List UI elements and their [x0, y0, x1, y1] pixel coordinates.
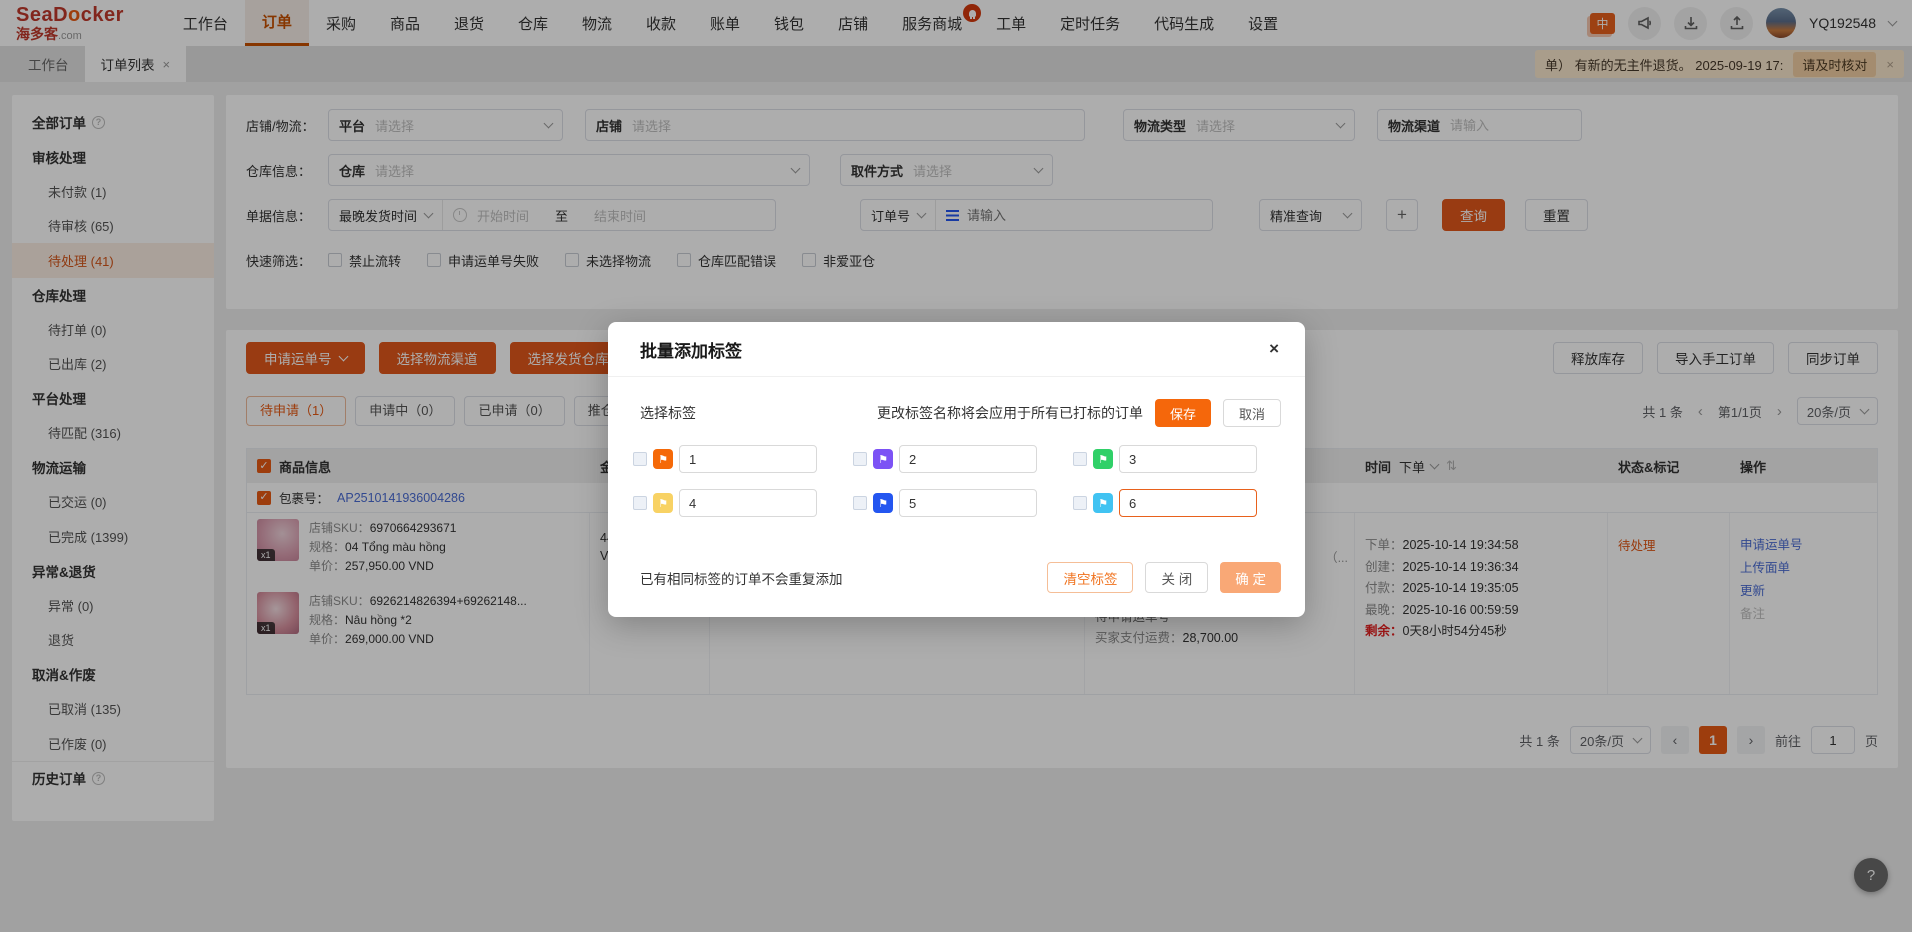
tag-checkbox[interactable] — [633, 452, 647, 466]
order-management-screen: SeaDocker 海多客.com 工作台 订单 采购 商品 退货 仓库 物流 … — [0, 0, 1912, 932]
tag-checkbox[interactable] — [633, 496, 647, 510]
flag-icon: ⚑ — [1093, 449, 1113, 469]
tag-checkbox[interactable] — [1073, 452, 1087, 466]
confirm-button[interactable]: 确 定 — [1220, 562, 1281, 593]
tag-select-row: 选择标签 更改标签名称将会应用于所有已打标的订单 保存 取消 — [608, 399, 1305, 427]
tag-item-3: ⚑ — [1073, 445, 1265, 473]
tag-checkbox[interactable] — [853, 452, 867, 466]
tag-name-input-4[interactable] — [679, 489, 817, 517]
modal-close-icon[interactable]: × — [1269, 339, 1279, 359]
clear-tags-button[interactable]: 清空标签 — [1047, 562, 1133, 593]
modal-header: 批量添加标签 × — [608, 322, 1305, 377]
tag-name-input-1[interactable] — [679, 445, 817, 473]
modal-title: 批量添加标签 — [640, 337, 742, 362]
flag-icon: ⚑ — [873, 493, 893, 513]
tag-item-2: ⚑ — [853, 445, 1045, 473]
tag-item-5: ⚑ — [853, 489, 1045, 517]
flag-icon: ⚑ — [653, 493, 673, 513]
tag-item-4: ⚑ — [633, 489, 825, 517]
tag-checkbox[interactable] — [1073, 496, 1087, 510]
tag-item-6: ⚑ — [1073, 489, 1265, 517]
tag-item-1: ⚑ — [633, 445, 825, 473]
tag-name-input-6[interactable] — [1119, 489, 1257, 517]
modal-footer-buttons: 清空标签 关 闭 确 定 — [1047, 562, 1281, 593]
rename-hint-text: 更改标签名称将会应用于所有已打标的订单 — [877, 403, 1143, 423]
rename-hint-group: 更改标签名称将会应用于所有已打标的订单 保存 取消 — [877, 399, 1281, 427]
flag-icon: ⚑ — [1093, 493, 1113, 513]
close-modal-button[interactable]: 关 闭 — [1145, 562, 1208, 593]
tag-name-input-5[interactable] — [899, 489, 1037, 517]
tag-name-input-2[interactable] — [899, 445, 1037, 473]
modal-footer-hint: 已有相同标签的订单不会重复添加 — [640, 568, 843, 588]
flag-icon: ⚑ — [653, 449, 673, 469]
save-tag-names-button[interactable]: 保存 — [1155, 399, 1211, 427]
cancel-tag-names-button[interactable]: 取消 — [1223, 399, 1281, 427]
modal-footer: 已有相同标签的订单不会重复添加 清空标签 关 闭 确 定 — [608, 562, 1305, 593]
flag-icon: ⚑ — [873, 449, 893, 469]
tag-name-input-3[interactable] — [1119, 445, 1257, 473]
batch-add-tags-modal: 批量添加标签 × 选择标签 更改标签名称将会应用于所有已打标的订单 保存 取消 … — [608, 322, 1305, 617]
select-tags-label: 选择标签 — [640, 403, 696, 423]
tag-checkbox[interactable] — [853, 496, 867, 510]
tag-grid: ⚑ ⚑ ⚑ ⚑ ⚑ — [608, 427, 1305, 517]
